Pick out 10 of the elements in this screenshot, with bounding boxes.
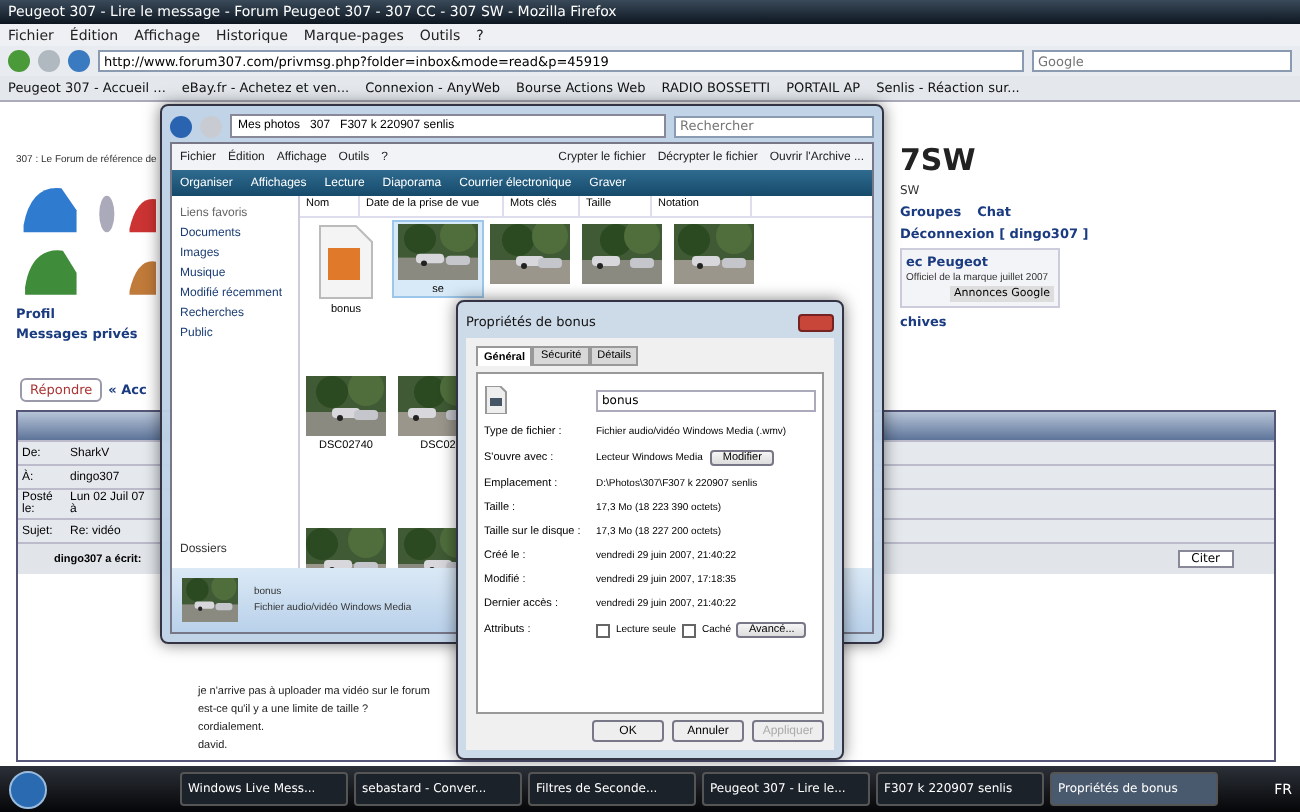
file-item[interactable] <box>484 220 576 286</box>
video-file-icon <box>316 224 376 300</box>
close-button[interactable] <box>798 313 834 331</box>
file-item[interactable] <box>576 220 668 286</box>
start-icon[interactable] <box>8 769 48 809</box>
checkbox[interactable] <box>596 623 610 637</box>
checkbox[interactable] <box>682 623 697 637</box>
file-item[interactable] <box>668 220 760 286</box>
video-file-icon <box>484 386 508 414</box>
forum-heading: 7SW <box>900 142 976 178</box>
